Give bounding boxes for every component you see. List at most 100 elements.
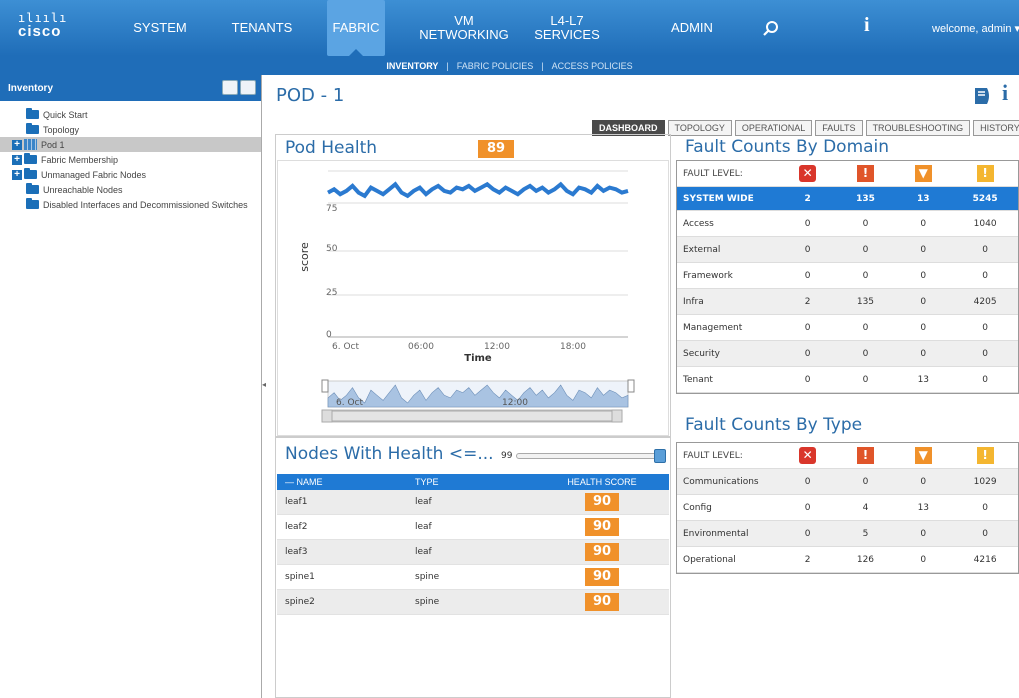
folder-icon (26, 183, 39, 194)
expand-icon[interactable]: + (12, 169, 22, 180)
health-score-badge: 90 (585, 568, 619, 586)
pod-health-score-badge: 89 (478, 140, 514, 158)
sidebar-item-disabled-interfaces[interactable]: Disabled Interfaces and Decommissioned S… (0, 197, 261, 212)
node-type: leaf (415, 497, 432, 507)
major-count: 135 (856, 296, 875, 307)
warning-count: 4205 (973, 296, 997, 307)
health-threshold-slider[interactable] (516, 453, 661, 459)
fault-type-title: Fault Counts By Type (685, 415, 863, 435)
warning-icon: ! (976, 447, 994, 464)
table-row[interactable]: spine2 spine 90 (277, 590, 669, 615)
minor-count: 0 (920, 296, 927, 307)
sidebar-item-unmanaged-fabric-nodes[interactable]: + Unmanaged Fabric Nodes (0, 167, 261, 182)
scroll-right-button[interactable] (611, 409, 623, 423)
fault-row-framework[interactable]: Framework 0 0 0 0 (677, 263, 1018, 289)
sidebar-item-label: Pod 1 (41, 139, 65, 150)
pod-health-chart: 0 25 50 75 score 6. Oct 06:00 12:00 18:0… (277, 160, 669, 436)
info-icon[interactable]: i (864, 14, 870, 37)
node-name: spine1 (285, 572, 315, 582)
health-score-badge: 90 (585, 593, 619, 611)
critical-count: 2 (804, 193, 811, 204)
search-icon[interactable] (760, 18, 782, 40)
tab-topology[interactable]: TOPOLOGY (667, 120, 732, 136)
expand-icon[interactable]: + (12, 154, 22, 165)
minor-count: 0 (920, 348, 927, 359)
info-icon[interactable]: i (1002, 80, 1008, 106)
critical-count: 0 (804, 322, 811, 333)
sidebar-item-fabric-membership[interactable]: + Fabric Membership (0, 152, 261, 167)
fault-row-operational[interactable]: Operational 2 126 0 4216 (677, 547, 1018, 573)
fault-row-security[interactable]: Security 0 0 0 0 (677, 341, 1018, 367)
cisco-logo[interactable]: ılıılı cisco (18, 12, 88, 46)
user-menu[interactable]: welcome, admin ▾ (932, 22, 1019, 35)
sidebar-item-unreachable-nodes[interactable]: Unreachable Nodes (0, 182, 261, 197)
table-row[interactable]: leaf2 leaf 90 (277, 515, 669, 540)
sidebar-item-quick-start[interactable]: Quick Start (0, 107, 261, 122)
sidebar-item-topology[interactable]: Topology (0, 122, 261, 137)
scrollbar-thumb[interactable] (327, 410, 619, 422)
fault-row-external[interactable]: External 0 0 0 0 (677, 237, 1018, 263)
fault-row-tenant[interactable]: Tenant 0 0 13 0 (677, 367, 1018, 393)
fault-row-label: Environmental (683, 528, 749, 539)
major-count: 0 (862, 348, 869, 359)
sidebar-item-label: Disabled Interfaces and Decommissioned S… (43, 199, 248, 210)
subnav-inventory[interactable]: INVENTORY (382, 61, 442, 71)
table-row[interactable]: leaf1 leaf 90 (277, 490, 669, 515)
critical-count: 0 (804, 270, 811, 281)
fault-row-management[interactable]: Management 0 0 0 0 (677, 315, 1018, 341)
tab-history[interactable]: HISTORY (973, 120, 1019, 136)
health-score-badge: 90 (585, 518, 619, 536)
fault-row-label: Security (683, 348, 720, 359)
navigator-right-handle[interactable] (627, 379, 635, 393)
fault-row-system-wide[interactable]: SYSTEM WIDE 2 135 13 5245 (677, 187, 1018, 211)
scroll-left-button[interactable] (321, 409, 333, 423)
node-name: leaf1 (285, 497, 308, 507)
sidebar-item-pod-1[interactable]: + Pod 1 (0, 137, 261, 152)
fault-row-communications[interactable]: Communications 0 0 0 1029 (677, 469, 1018, 495)
page-title: POD - 1 (276, 85, 345, 106)
fault-row-label: Framework (683, 270, 733, 281)
critical-count: 0 (804, 244, 811, 255)
fault-row-access[interactable]: Access 0 0 0 1040 (677, 211, 1018, 237)
nav-tenants[interactable]: TENANTS (226, 0, 298, 56)
fault-row-environmental[interactable]: Environmental 0 5 0 0 (677, 521, 1018, 547)
subnav-access-policies[interactable]: ACCESS POLICIES (548, 61, 637, 71)
nav-l4-l7-services[interactable]: L4-L7 SERVICES (516, 0, 618, 56)
fault-level-label: FAULT LEVEL: (683, 168, 743, 179)
x-axis-label: Time (464, 353, 492, 364)
nav-system[interactable]: SYSTEM (126, 0, 194, 56)
tab-operational[interactable]: OPERATIONAL (734, 120, 813, 136)
expand-icon[interactable]: + (12, 139, 22, 150)
sidebar-config-icon[interactable] (222, 80, 238, 95)
navigator[interactable]: 6. Oct 12:00 (321, 379, 635, 408)
tab-faults[interactable]: FAULTS (815, 120, 863, 136)
node-name: leaf2 (285, 522, 308, 532)
table-row[interactable]: leaf3 leaf 90 (277, 540, 669, 565)
tab-troubleshooting[interactable]: TROUBLESHOOTING (865, 120, 971, 136)
y-tick-label: 50 (326, 244, 338, 254)
column-header-type[interactable]: TYPE (407, 477, 535, 487)
folder-icon (24, 153, 37, 164)
column-header-name[interactable]: — NAME (277, 477, 407, 487)
slider-thumb[interactable] (653, 449, 666, 463)
navigator-left-handle[interactable] (321, 379, 329, 393)
nav-vm-networking[interactable]: VM NETWORKING (418, 0, 510, 56)
fault-row-infra[interactable]: Infra 2 135 0 4205 (677, 289, 1018, 315)
y-axis-label: score (298, 242, 311, 272)
book-icon[interactable] (972, 85, 994, 107)
subnav-fabric-policies[interactable]: FABRIC POLICIES (453, 61, 538, 71)
major-count: 5 (862, 528, 869, 539)
fault-domain-title: Fault Counts By Domain (685, 137, 890, 157)
node-type: leaf (415, 522, 432, 532)
nav-fabric[interactable]: FABRIC (327, 0, 385, 56)
fault-row-config[interactable]: Config 0 4 13 0 (677, 495, 1018, 521)
column-header-health-score[interactable]: HEALTH SCORE (535, 477, 669, 487)
warning-count: 0 (982, 528, 988, 539)
fault-row-label: Infra (683, 296, 704, 307)
fault-row-label: Access (683, 218, 714, 229)
nav-admin[interactable]: ADMIN (670, 0, 714, 56)
refresh-icon[interactable] (240, 80, 256, 95)
critical-count: 0 (804, 218, 811, 229)
table-row[interactable]: spine1 spine 90 (277, 565, 669, 590)
fault-row-label: Config (683, 502, 712, 513)
